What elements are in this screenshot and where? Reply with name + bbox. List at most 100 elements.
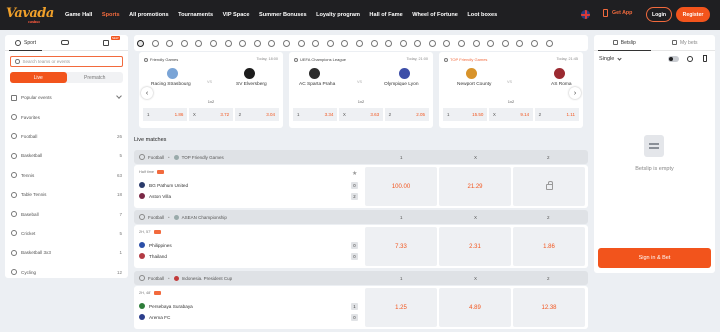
sidebar-item-tennis[interactable]: Tennis 63 <box>5 166 128 185</box>
featured-match-card[interactable]: TOP Friendly Games Today, 21:45 Newport … <box>439 52 583 128</box>
nav-all-promotions[interactable]: All promotions <box>129 12 168 18</box>
floorball-icon[interactable] <box>531 39 539 47</box>
nav-game-hall[interactable]: Game Hall <box>65 12 92 18</box>
get-app-link[interactable]: Get App <box>603 9 632 17</box>
basketball-icon[interactable] <box>166 39 174 47</box>
carousel-next-button[interactable]: › <box>569 87 581 99</box>
squash-icon[interactable] <box>545 39 553 47</box>
live-match-row[interactable]: 2H, 48' Persebaya Surabaya Arema FC 1 0 … <box>134 286 588 329</box>
tab-tournaments[interactable]: NEW <box>87 35 128 50</box>
water-polo-icon[interactable] <box>443 39 451 47</box>
featured-match-card[interactable]: UEFA Champions League Today, 21:00 AC Sp… <box>289 52 433 128</box>
live-toggle-button[interactable]: Live <box>10 72 67 83</box>
featured-match-card[interactable]: Friendly Games Today, 18:00 Racing Stras… <box>139 52 283 128</box>
football-icon[interactable] <box>151 39 159 47</box>
odd-button-x[interactable]: 21.29 <box>439 167 511 206</box>
nav-loyalty-program[interactable]: Loyalty program <box>316 12 360 18</box>
all-sports-icon[interactable] <box>137 39 144 47</box>
tab-sport[interactable]: Sport <box>5 35 46 51</box>
odd-button-1[interactable]: 7.33 <box>365 227 437 266</box>
gear-icon[interactable] <box>687 56 693 62</box>
odd-button-x[interactable]: 4.89 <box>439 288 511 327</box>
tennis-icon[interactable] <box>180 39 188 47</box>
sidebar-item-popular-events[interactable]: Popular events <box>5 88 128 107</box>
odd-button[interactable]: X 3.63 <box>338 108 384 121</box>
odd-button[interactable]: 2 3.04 <box>234 108 279 121</box>
tab-my-bets[interactable]: My bets <box>655 35 716 50</box>
odd-button[interactable]: 1 15.50 <box>443 108 488 121</box>
prematch-toggle-button[interactable]: Prematch <box>67 72 124 83</box>
skiing-icon[interactable] <box>501 39 509 47</box>
cycling-icon[interactable] <box>428 39 436 47</box>
odd-button-1[interactable]: 1.25 <box>365 288 437 327</box>
odd-button[interactable]: 2 1.11 <box>534 108 579 121</box>
odd-button-1[interactable]: 100.00 <box>365 167 437 206</box>
racing-icon[interactable] <box>458 39 466 47</box>
tab-esports[interactable] <box>46 35 87 50</box>
baseball-icon[interactable] <box>209 39 217 47</box>
odd-button[interactable]: 1 1.86 <box>143 108 188 121</box>
handball-icon[interactable] <box>268 39 276 47</box>
site-logo[interactable]: Vavada casino <box>6 6 54 24</box>
live-match-row[interactable]: 2H, 57' Philippines Thailand 0 0 7.33 2.… <box>134 225 588 268</box>
team-logo <box>554 68 565 79</box>
nav-vip-space[interactable]: VIP Space <box>223 12 250 18</box>
search-input[interactable]: Search teams or events <box>10 56 123 67</box>
odd-button-x[interactable]: 2.31 <box>439 227 511 266</box>
carousel-prev-button[interactable]: ‹ <box>141 87 153 99</box>
hockey-icon[interactable] <box>253 39 261 47</box>
odd-button[interactable]: X 3.72 <box>188 108 234 121</box>
odd-button-2[interactable]: 12.38 <box>513 288 585 327</box>
nav-loot-boxes[interactable]: Loot boxes <box>467 12 497 18</box>
trash-icon[interactable] <box>703 55 707 62</box>
sidebar-item-football[interactable]: Football 26 <box>5 127 128 146</box>
login-button[interactable]: Login <box>646 7 672 22</box>
badminton-icon[interactable] <box>312 39 320 47</box>
sidebar-item-cricket[interactable]: Cricket 5 <box>5 224 128 243</box>
nav-hall-of-fame[interactable]: Hall of Fame <box>369 12 402 18</box>
quick-bet-toggle[interactable] <box>668 56 679 62</box>
esports-icon[interactable] <box>326 39 334 47</box>
sidebar-item-table-tennis[interactable]: Table Tennis 18 <box>5 185 128 204</box>
nav-summer-bonuses[interactable]: Summer Bonuses <box>259 12 307 18</box>
odd-label: 2 <box>388 112 392 117</box>
sidebar-item-basketball[interactable]: Basketball 5 <box>5 146 128 165</box>
volleyball-icon[interactable] <box>239 39 247 47</box>
league-header[interactable]: Football • ASEAN Championship 1 X 2 <box>134 210 588 224</box>
futsal-icon[interactable] <box>355 39 363 47</box>
sidebar-item-cycling[interactable]: Cycling 12 <box>5 263 128 282</box>
table-tennis-icon[interactable] <box>195 39 203 47</box>
language-flag-icon[interactable] <box>581 10 590 19</box>
favorite-star-icon[interactable]: ★ <box>352 170 357 177</box>
sidebar-item-basketball-3x3[interactable]: Basketball 3x3 1 <box>5 243 128 262</box>
ball-icon <box>15 39 22 46</box>
register-button[interactable]: Register <box>676 7 710 22</box>
sidebar-item-baseball[interactable]: Baseball 7 <box>5 204 128 223</box>
snooker-icon[interactable] <box>370 39 378 47</box>
odd-button-2[interactable]: 1.86 <box>513 227 585 266</box>
rugby-icon[interactable] <box>297 39 305 47</box>
bowling-icon[interactable] <box>472 39 480 47</box>
bet-type-select[interactable]: Single <box>599 55 622 62</box>
live-match-row[interactable]: Half time ★ BG Pathum United Aston Villa… <box>134 165 588 208</box>
boxing-icon[interactable] <box>414 39 422 47</box>
tab-betslip[interactable]: Betslip <box>594 35 655 51</box>
odd-button[interactable]: 2 2.05 <box>384 108 429 121</box>
baseball-bat-icon[interactable] <box>487 39 495 47</box>
chess-icon[interactable] <box>399 39 407 47</box>
league-header[interactable]: Football • TOP Friendly Games 1 X 2 <box>134 150 588 164</box>
nav-sports[interactable]: Sports <box>102 12 120 18</box>
odds-row: 1 3.34 X 3.63 2 2.05 <box>293 108 429 121</box>
darts-icon[interactable] <box>282 39 290 47</box>
pool-icon[interactable] <box>516 39 524 47</box>
league-header[interactable]: Football • Indonesia. President Cup 1 X 2 <box>134 271 588 285</box>
odd-button[interactable]: 1 3.34 <box>293 108 338 121</box>
odd-button[interactable]: X 9.14 <box>488 108 534 121</box>
nav-wheel-of-fortune[interactable]: Wheel of Fortune <box>412 12 458 18</box>
sidebar-item-favorites[interactable]: Favorites <box>5 107 128 126</box>
cricket-icon[interactable] <box>224 39 232 47</box>
mma-icon[interactable] <box>385 39 393 47</box>
nav-tournaments[interactable]: Tournaments <box>178 12 213 18</box>
sign-in-and-bet-button[interactable]: Sign in & Bet <box>598 248 711 268</box>
golf-icon[interactable] <box>341 39 349 47</box>
